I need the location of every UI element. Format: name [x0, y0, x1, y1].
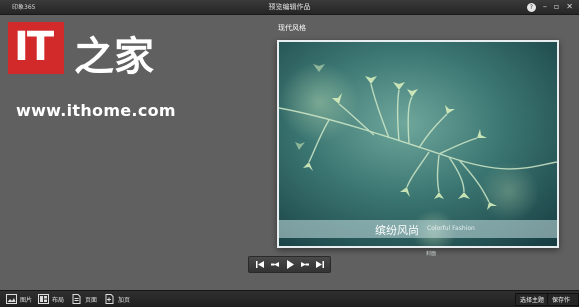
- tool-add-page[interactable]: 加页: [104, 294, 130, 304]
- cover-caption-sub[interactable]: Colorful Fashion: [427, 225, 475, 232]
- logo-zhijia-text: 之家: [74, 34, 154, 80]
- logo-it-block: IT: [8, 22, 64, 74]
- minimize-icon[interactable]: –: [543, 1, 547, 13]
- select-theme-button[interactable]: 选择主题: [515, 293, 550, 306]
- window-controls: ? – ▫ ✕: [526, 1, 573, 13]
- page-icon: [72, 294, 81, 304]
- layout-icon: [38, 294, 49, 304]
- tool-layout[interactable]: 布局: [38, 294, 64, 304]
- help-icon[interactable]: ?: [526, 2, 536, 12]
- caption-bar: 缤纷风尚 Colorful Fashion: [279, 220, 557, 238]
- maximize-icon[interactable]: ▫: [554, 1, 559, 13]
- tool-image-label: 图片: [20, 296, 33, 304]
- album-cover-preview[interactable]: 缤纷风尚 Colorful Fashion: [277, 40, 559, 248]
- play-icon[interactable]: [283, 258, 297, 271]
- cover-photo: [279, 42, 557, 246]
- first-page-icon[interactable]: [253, 258, 267, 271]
- next-page-icon[interactable]: [298, 258, 312, 271]
- last-page-icon[interactable]: [313, 258, 327, 271]
- save-work-button[interactable]: 保存作品: [547, 293, 579, 306]
- tool-layout-label: 布局: [52, 296, 65, 304]
- tool-add-page-label: 加页: [118, 296, 131, 304]
- page-navigation: [248, 256, 331, 273]
- page-label: 封面: [426, 251, 437, 257]
- title-bar: 印象365 预览编辑作品 ? – ▫ ✕: [0, 0, 579, 15]
- window-title: 预览编辑作品: [268, 3, 311, 11]
- style-label: 现代风格: [278, 24, 306, 32]
- logo-url: www.ithome.com: [16, 101, 176, 120]
- prev-page-icon[interactable]: [268, 258, 282, 271]
- bottom-toolbar: 图片 布局 页面 加页 选择主题 保存作品: [0, 290, 579, 307]
- tool-page[interactable]: 页面: [71, 294, 97, 304]
- tool-image[interactable]: 图片: [6, 294, 32, 304]
- logo-it-text: IT: [14, 24, 54, 70]
- close-icon[interactable]: ✕: [566, 1, 573, 13]
- add-page-icon: [105, 294, 114, 304]
- tool-page-label: 页面: [85, 296, 98, 304]
- cover-caption[interactable]: 缤纷风尚: [375, 222, 419, 238]
- image-icon: [6, 294, 17, 304]
